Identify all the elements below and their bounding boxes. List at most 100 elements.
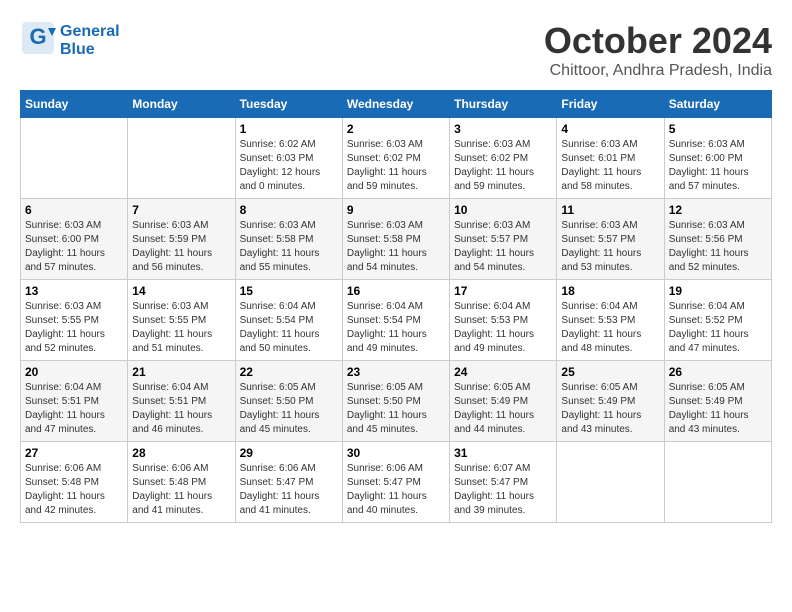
- month-title: October 2024: [544, 20, 772, 62]
- calendar-cell: 18 Sunrise: 6:04 AM Sunset: 5:53 PM Dayli…: [557, 280, 664, 361]
- day-number: 21: [132, 365, 230, 379]
- day-number: 25: [561, 365, 659, 379]
- calendar-cell: 19 Sunrise: 6:04 AM Sunset: 5:52 PM Dayli…: [664, 280, 771, 361]
- day-info: Sunrise: 6:03 AM Sunset: 5:57 PM Dayligh…: [561, 219, 659, 275]
- calendar-week-row: 20Sunrise: 6:04 AM Sunset: 5:51 PM Dayli…: [21, 361, 772, 442]
- day-info: Sunrise: 6:03 AM Sunset: 5:58 PM Dayligh…: [347, 219, 445, 275]
- weekday-header: Wednesday: [342, 91, 449, 118]
- day-number: 29: [240, 446, 338, 460]
- calendar-cell: 20Sunrise: 6:04 AM Sunset: 5:51 PM Dayli…: [21, 361, 128, 442]
- calendar-cell: 10 Sunrise: 6:03 AM Sunset: 5:57 PM Dayli…: [450, 199, 557, 280]
- calendar-cell: [21, 118, 128, 199]
- calendar-cell: [128, 118, 235, 199]
- day-info: Sunrise: 6:05 AM Sunset: 5:49 PM Dayligh…: [561, 381, 659, 437]
- day-info: Sunrise: 6:03 AM Sunset: 6:01 PM Dayligh…: [561, 138, 659, 194]
- day-info: Sunrise: 6:03 AM Sunset: 5:56 PM Dayligh…: [669, 219, 767, 275]
- location-subtitle: Chittoor, Andhra Pradesh, India: [544, 62, 772, 80]
- calendar-cell: 30 Sunrise: 6:06 AM Sunset: 5:47 PM Dayli…: [342, 442, 449, 523]
- calendar-cell: 28 Sunrise: 6:06 AM Sunset: 5:48 PM Dayli…: [128, 442, 235, 523]
- day-info: Sunrise: 6:06 AM Sunset: 5:48 PM Dayligh…: [25, 462, 123, 518]
- logo-icon: G: [20, 20, 56, 56]
- day-info: Sunrise: 6:06 AM Sunset: 5:47 PM Dayligh…: [347, 462, 445, 518]
- day-info: Sunrise: 6:04 AM Sunset: 5:51 PM Dayligh…: [25, 381, 123, 437]
- day-number: 30: [347, 446, 445, 460]
- day-info: Sunrise: 6:03 AM Sunset: 5:58 PM Dayligh…: [240, 219, 338, 275]
- logo-blue: Blue: [60, 41, 120, 59]
- day-number: 16: [347, 284, 445, 298]
- calendar-cell: 9 Sunrise: 6:03 AM Sunset: 5:58 PM Daylig…: [342, 199, 449, 280]
- calendar-cell: 2 Sunrise: 6:03 AM Sunset: 6:02 PM Daylig…: [342, 118, 449, 199]
- calendar-cell: [557, 442, 664, 523]
- day-info: Sunrise: 6:03 AM Sunset: 6:02 PM Dayligh…: [454, 138, 552, 194]
- day-number: 19: [669, 284, 767, 298]
- logo-general: General: [60, 23, 120, 40]
- day-info: Sunrise: 6:03 AM Sunset: 6:02 PM Dayligh…: [347, 138, 445, 194]
- calendar-cell: 22Sunrise: 6:05 AM Sunset: 5:50 PM Dayli…: [235, 361, 342, 442]
- weekday-header: Thursday: [450, 91, 557, 118]
- weekday-header: Monday: [128, 91, 235, 118]
- day-info: Sunrise: 6:03 AM Sunset: 5:59 PM Dayligh…: [132, 219, 230, 275]
- day-info: Sunrise: 6:04 AM Sunset: 5:53 PM Dayligh…: [454, 300, 552, 356]
- day-info: Sunrise: 6:05 AM Sunset: 5:49 PM Dayligh…: [669, 381, 767, 437]
- day-info: Sunrise: 6:03 AM Sunset: 5:57 PM Dayligh…: [454, 219, 552, 275]
- day-number: 12: [669, 203, 767, 217]
- logo: G General Blue: [20, 20, 120, 61]
- calendar-week-row: 13 Sunrise: 6:03 AM Sunset: 5:55 PM Dayli…: [21, 280, 772, 361]
- day-info: Sunrise: 6:06 AM Sunset: 5:48 PM Dayligh…: [132, 462, 230, 518]
- day-number: 6: [25, 203, 123, 217]
- calendar-week-row: 27 Sunrise: 6:06 AM Sunset: 5:48 PM Dayli…: [21, 442, 772, 523]
- calendar-cell: 31Sunrise: 6:07 AM Sunset: 5:47 PM Dayli…: [450, 442, 557, 523]
- day-info: Sunrise: 6:02 AM Sunset: 6:03 PM Dayligh…: [240, 138, 338, 194]
- day-number: 9: [347, 203, 445, 217]
- day-number: 18: [561, 284, 659, 298]
- day-number: 1: [240, 122, 338, 136]
- calendar-week-row: 6 Sunrise: 6:03 AM Sunset: 6:00 PM Daylig…: [21, 199, 772, 280]
- day-number: 2: [347, 122, 445, 136]
- calendar-cell: 29 Sunrise: 6:06 AM Sunset: 5:47 PM Dayli…: [235, 442, 342, 523]
- day-number: 27: [25, 446, 123, 460]
- calendar-cell: [664, 442, 771, 523]
- day-number: 13: [25, 284, 123, 298]
- day-info: Sunrise: 6:04 AM Sunset: 5:51 PM Dayligh…: [132, 381, 230, 437]
- calendar-cell: 23 Sunrise: 6:05 AM Sunset: 5:50 PM Dayli…: [342, 361, 449, 442]
- day-info: Sunrise: 6:04 AM Sunset: 5:53 PM Dayligh…: [561, 300, 659, 356]
- calendar-cell: 11Sunrise: 6:03 AM Sunset: 5:57 PM Dayli…: [557, 199, 664, 280]
- day-number: 26: [669, 365, 767, 379]
- day-number: 3: [454, 122, 552, 136]
- calendar-cell: 5 Sunrise: 6:03 AM Sunset: 6:00 PM Daylig…: [664, 118, 771, 199]
- calendar-cell: 1 Sunrise: 6:02 AM Sunset: 6:03 PM Daylig…: [235, 118, 342, 199]
- calendar-cell: 16Sunrise: 6:04 AM Sunset: 5:54 PM Dayli…: [342, 280, 449, 361]
- calendar-cell: 17 Sunrise: 6:04 AM Sunset: 5:53 PM Dayli…: [450, 280, 557, 361]
- day-info: Sunrise: 6:04 AM Sunset: 5:54 PM Dayligh…: [240, 300, 338, 356]
- weekday-header-row: SundayMondayTuesdayWednesdayThursdayFrid…: [21, 91, 772, 118]
- day-info: Sunrise: 6:04 AM Sunset: 5:52 PM Dayligh…: [669, 300, 767, 356]
- day-number: 5: [669, 122, 767, 136]
- calendar-cell: 8 Sunrise: 6:03 AM Sunset: 5:58 PM Daylig…: [235, 199, 342, 280]
- title-area: October 2024 Chittoor, Andhra Pradesh, I…: [544, 20, 772, 80]
- day-info: Sunrise: 6:03 AM Sunset: 6:00 PM Dayligh…: [669, 138, 767, 194]
- calendar-cell: 13 Sunrise: 6:03 AM Sunset: 5:55 PM Dayli…: [21, 280, 128, 361]
- calendar-cell: 3 Sunrise: 6:03 AM Sunset: 6:02 PM Daylig…: [450, 118, 557, 199]
- calendar-cell: 26 Sunrise: 6:05 AM Sunset: 5:49 PM Dayli…: [664, 361, 771, 442]
- calendar-cell: 27 Sunrise: 6:06 AM Sunset: 5:48 PM Dayli…: [21, 442, 128, 523]
- calendar-cell: 14Sunrise: 6:03 AM Sunset: 5:55 PM Dayli…: [128, 280, 235, 361]
- day-info: Sunrise: 6:03 AM Sunset: 5:55 PM Dayligh…: [25, 300, 123, 356]
- calendar-cell: 7Sunrise: 6:03 AM Sunset: 5:59 PM Daylig…: [128, 199, 235, 280]
- day-number: 10: [454, 203, 552, 217]
- calendar-cell: 12 Sunrise: 6:03 AM Sunset: 5:56 PM Dayli…: [664, 199, 771, 280]
- day-number: 4: [561, 122, 659, 136]
- day-info: Sunrise: 6:06 AM Sunset: 5:47 PM Dayligh…: [240, 462, 338, 518]
- day-number: 17: [454, 284, 552, 298]
- day-number: 8: [240, 203, 338, 217]
- day-number: 28: [132, 446, 230, 460]
- day-info: Sunrise: 6:03 AM Sunset: 6:00 PM Dayligh…: [25, 219, 123, 275]
- weekday-header: Sunday: [21, 91, 128, 118]
- day-number: 24: [454, 365, 552, 379]
- svg-text:G: G: [29, 24, 46, 49]
- calendar-cell: 25 Sunrise: 6:05 AM Sunset: 5:49 PM Dayli…: [557, 361, 664, 442]
- day-info: Sunrise: 6:05 AM Sunset: 5:49 PM Dayligh…: [454, 381, 552, 437]
- weekday-header: Saturday: [664, 91, 771, 118]
- day-info: Sunrise: 6:05 AM Sunset: 5:50 PM Dayligh…: [347, 381, 445, 437]
- calendar-cell: 6 Sunrise: 6:03 AM Sunset: 6:00 PM Daylig…: [21, 199, 128, 280]
- day-number: 23: [347, 365, 445, 379]
